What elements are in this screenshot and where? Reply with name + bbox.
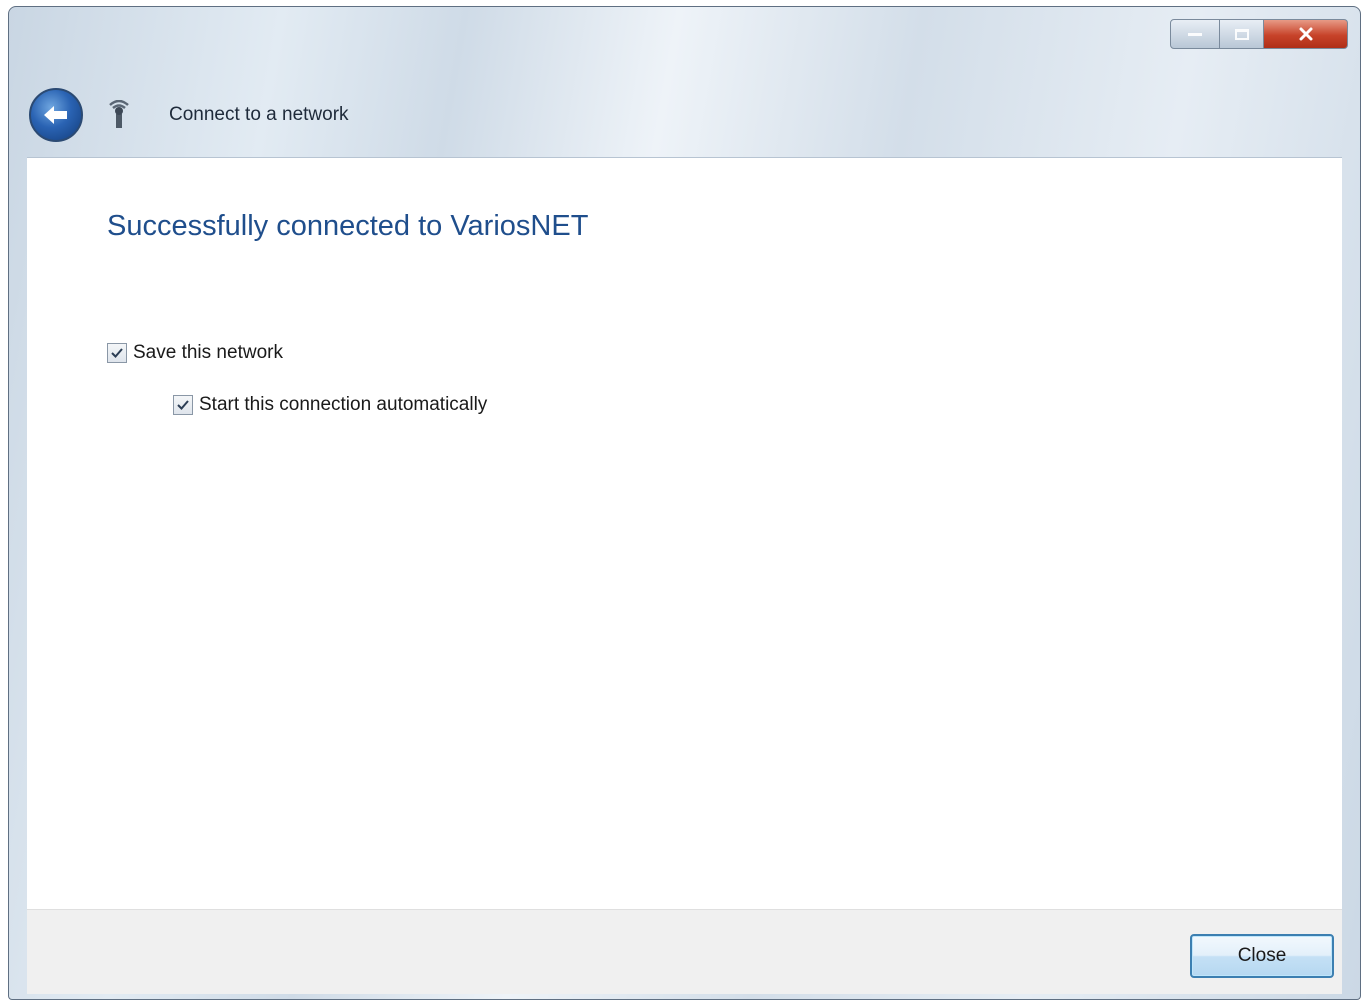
- close-button[interactable]: Close: [1190, 934, 1334, 978]
- status-heading: Successfully connected to VariosNET: [107, 210, 589, 242]
- dialog-footer: Close: [27, 909, 1342, 994]
- network-icon: [105, 99, 133, 131]
- window-close-button[interactable]: [1264, 19, 1348, 49]
- back-button[interactable]: [29, 88, 83, 142]
- maximize-icon: [1234, 28, 1249, 40]
- save-network-checkbox[interactable]: [107, 343, 127, 363]
- minimize-button[interactable]: [1170, 19, 1220, 49]
- minimize-icon: [1188, 32, 1202, 36]
- close-icon: [1299, 27, 1312, 41]
- auto-connect-label: Start this connection automatically: [199, 394, 488, 415]
- maximize-button[interactable]: [1220, 19, 1264, 49]
- checkmark-icon: [177, 400, 189, 410]
- checkmark-icon: [111, 348, 123, 358]
- window-title: Connect to a network: [169, 104, 349, 125]
- content-area: Successfully connected to VariosNET Save…: [27, 157, 1342, 910]
- auto-connect-option[interactable]: Start this connection automatically: [173, 394, 487, 416]
- auto-connect-checkbox[interactable]: [173, 395, 193, 415]
- dialog-window: Connect to a network Successfully connec…: [8, 6, 1361, 1000]
- window-controls: [1170, 19, 1348, 49]
- save-network-option[interactable]: Save this network: [107, 342, 283, 364]
- back-arrow-icon: [44, 106, 67, 124]
- title-bar: Connect to a network: [29, 87, 349, 143]
- save-network-label: Save this network: [133, 342, 283, 363]
